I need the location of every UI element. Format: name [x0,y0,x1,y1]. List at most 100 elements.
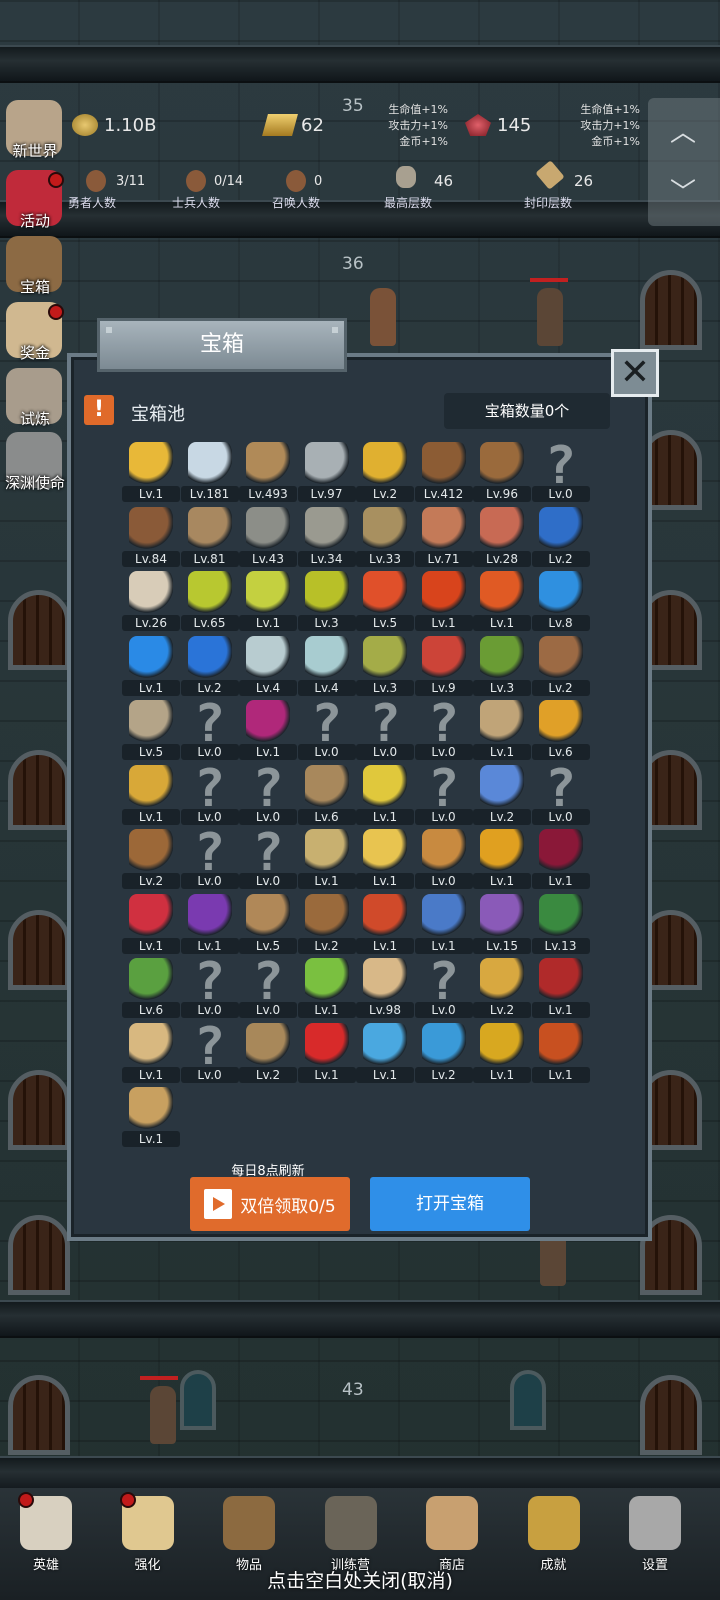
side-menu-item[interactable]: 活动 [0,170,70,236]
item-cell[interactable]: Lv.0 [414,952,473,1018]
item-cell[interactable]: Lv.34 [297,505,356,567]
item-cell[interactable]: Lv.1 [473,1021,531,1083]
item-cell[interactable]: Lv.81 [180,505,239,567]
side-menu-item[interactable]: 新世界 [0,100,70,166]
item-cell[interactable]: Lv.2 [297,892,356,954]
nav-item[interactable]: 设置 [615,1496,695,1576]
item-cell[interactable]: Lv.2 [239,1021,297,1083]
item-cell[interactable]: Lv.1 [356,763,414,825]
item-cell[interactable]: Lv.1 [531,1021,590,1083]
item-cell[interactable]: Lv.1 [122,440,180,502]
item-cell[interactable]: Lv.0 [239,759,297,825]
item-cell[interactable]: Lv.0 [356,694,414,760]
item-cell[interactable]: Lv.0 [531,436,590,502]
item-cell[interactable]: Lv.6 [122,956,180,1018]
item-cell[interactable]: Lv.9 [414,634,473,696]
item-cell[interactable]: Lv.6 [297,763,356,825]
item-cell[interactable]: Lv.3 [356,634,414,696]
item-cell[interactable]: Lv.1 [122,892,180,954]
item-cell[interactable]: Lv.0 [297,694,356,760]
item-cell[interactable]: Lv.84 [122,505,180,567]
item-cell[interactable]: Lv.1 [122,634,180,696]
item-cell[interactable]: Lv.65 [180,569,239,631]
item-cell[interactable]: Lv.8 [531,569,590,631]
item-cell[interactable]: Lv.5 [122,698,180,760]
item-cell[interactable]: Lv.1 [414,892,473,954]
item-cell[interactable]: Lv.33 [356,505,414,567]
item-cell[interactable]: Lv.2 [180,634,239,696]
item-cell[interactable]: Lv.2 [356,440,414,502]
item-cell[interactable]: Lv.0 [180,1017,239,1083]
enemy-sprite[interactable] [150,1386,176,1444]
item-cell[interactable]: Lv.1 [356,892,414,954]
item-cell[interactable]: Lv.412 [414,440,473,502]
item-cell[interactable]: Lv.1 [297,956,356,1018]
nav-item[interactable]: 物品 [209,1496,289,1576]
item-cell[interactable]: Lv.1 [122,1021,180,1083]
item-cell[interactable]: Lv.13 [531,892,590,954]
item-cell[interactable]: Lv.2 [122,827,180,889]
item-cell[interactable]: Lv.0 [180,952,239,1018]
open-chest-button[interactable]: 打开宝箱 [370,1177,530,1231]
item-cell[interactable]: Lv.0 [180,694,239,760]
item-cell[interactable]: Lv.26 [122,569,180,631]
close-hint[interactable]: 点击空白处关闭(取消) [0,1566,720,1593]
nav-item[interactable]: 训练营 [311,1496,391,1576]
item-cell[interactable]: Lv.5 [239,892,297,954]
item-cell[interactable]: Lv.0 [180,823,239,889]
side-menu-item[interactable]: 宝箱 [0,236,70,302]
item-cell[interactable]: Lv.0 [239,952,297,1018]
hero-sprite[interactable] [370,288,396,346]
item-cell[interactable]: Lv.0 [414,827,473,889]
item-cell[interactable]: Lv.1 [297,1021,356,1083]
item-cell[interactable]: Lv.97 [297,440,356,502]
item-cell[interactable]: Lv.71 [414,505,473,567]
item-cell[interactable]: Lv.493 [239,440,297,502]
item-cell[interactable]: Lv.15 [473,892,531,954]
item-cell[interactable]: Lv.3 [297,569,356,631]
item-cell[interactable]: Lv.1 [473,569,531,631]
item-cell[interactable]: Lv.1 [122,1085,180,1147]
item-cell[interactable]: Lv.1 [356,827,414,889]
item-cell[interactable]: Lv.1 [414,569,473,631]
item-cell[interactable]: Lv.0 [531,759,590,825]
item-cell[interactable]: Lv.2 [473,763,531,825]
item-cell[interactable]: Lv.28 [473,505,531,567]
enemy-sprite[interactable] [537,288,563,346]
item-cell[interactable]: Lv.2 [531,634,590,696]
item-cell[interactable]: Lv.1 [531,827,590,889]
item-cell[interactable]: Lv.2 [531,505,590,567]
item-cell[interactable]: Lv.4 [239,634,297,696]
nav-item[interactable]: 商店 [412,1496,492,1576]
item-cell[interactable]: Lv.3 [473,634,531,696]
item-cell[interactable]: Lv.0 [239,823,297,889]
chevron-down-icon[interactable]: ﹀ [670,172,696,209]
item-cell[interactable]: Lv.2 [473,956,531,1018]
item-cell[interactable]: Lv.0 [414,759,473,825]
side-menu-item[interactable]: 试炼 [0,368,70,434]
item-cell[interactable]: Lv.1 [239,569,297,631]
close-button[interactable]: ✕ [611,349,659,397]
item-cell[interactable]: Lv.43 [239,505,297,567]
item-cell[interactable]: Lv.1 [239,698,297,760]
item-cell[interactable]: Lv.5 [356,569,414,631]
item-cell[interactable]: Lv.98 [356,956,414,1018]
item-cell[interactable]: Lv.6 [531,698,590,760]
chevron-up-icon[interactable]: ︿ [670,112,696,149]
item-cell[interactable]: Lv.0 [180,759,239,825]
item-cell[interactable]: Lv.1 [531,956,590,1018]
item-cell[interactable]: Lv.1 [473,698,531,760]
item-cell[interactable]: Lv.1 [122,763,180,825]
item-cell[interactable]: Lv.4 [297,634,356,696]
nav-item[interactable]: 英雄 [6,1492,86,1576]
item-cell[interactable]: Lv.96 [473,440,531,502]
nav-item[interactable]: 成就 [514,1496,594,1576]
item-cell[interactable]: Lv.0 [414,694,473,760]
side-menu-item[interactable]: 奖金 [0,302,70,368]
item-cell[interactable]: Lv.1 [473,827,531,889]
item-cell[interactable]: Lv.181 [180,440,239,502]
nav-item[interactable]: 强化 [108,1492,188,1576]
item-cell[interactable]: Lv.1 [180,892,239,954]
double-claim-button[interactable]: 双倍领取0/5 [190,1177,350,1231]
side-menu-item[interactable]: 深渊使命 [0,432,70,498]
